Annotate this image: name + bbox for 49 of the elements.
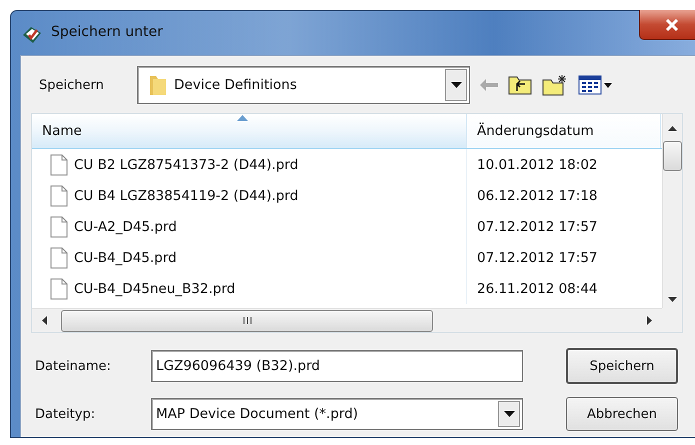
scroll-thumb[interactable] bbox=[663, 141, 682, 171]
file-name-cell[interactable]: CU-A2_D45.prd bbox=[32, 211, 467, 242]
file-type-value: MAP Device Document (*.prd) bbox=[155, 406, 360, 422]
column-header[interactable]: Änderungsdatum bbox=[467, 114, 661, 148]
scroll-down-icon[interactable] bbox=[668, 297, 677, 302]
file-icon bbox=[50, 216, 68, 238]
file-name-cell[interactable]: CU B4 LGZ83854119-2 (D44).prd bbox=[32, 180, 467, 211]
folder-icon bbox=[148, 73, 168, 97]
caret-icon bbox=[450, 82, 462, 88]
scroll-up-icon[interactable] bbox=[668, 126, 677, 131]
close-icon bbox=[665, 18, 679, 30]
save-button[interactable]: Speichern bbox=[566, 348, 678, 384]
sort-arrow-icon bbox=[237, 115, 248, 121]
view-menu-icon[interactable] bbox=[578, 75, 614, 95]
grip-icon bbox=[242, 317, 252, 324]
date-cell-text: 07.12.2012 17:57 bbox=[476, 218, 598, 234]
scroll-left-icon[interactable] bbox=[42, 316, 47, 325]
window-title: Speichern unter bbox=[51, 24, 163, 40]
date-cell-text: 06.12.2012 17:18 bbox=[476, 188, 598, 204]
caret-icon bbox=[504, 411, 514, 417]
location-label: Speichern bbox=[38, 78, 105, 92]
date-cell-text: 10.01.2012 18:02 bbox=[476, 156, 598, 172]
scroll-right-icon[interactable] bbox=[647, 316, 652, 325]
file-name-field[interactable]: LGZ96096439 (B32).prd bbox=[151, 350, 523, 382]
file-icon bbox=[50, 154, 68, 176]
dropdown-button[interactable] bbox=[498, 401, 520, 427]
horizontal-scrollbar[interactable] bbox=[32, 308, 662, 332]
vertical-scrollbar[interactable] bbox=[662, 114, 682, 308]
file-name-label: Dateiname: bbox=[34, 358, 112, 374]
location-dropdown[interactable]: Device Definitions bbox=[137, 66, 470, 104]
file-name-cell[interactable]: CU-B4_D45neu_B32.prd bbox=[32, 273, 467, 304]
folder-up-icon[interactable] bbox=[508, 75, 532, 95]
dropdown-button[interactable] bbox=[445, 69, 467, 101]
file-type-label: Dateityp: bbox=[34, 406, 96, 422]
close-button[interactable] bbox=[639, 10, 695, 40]
date-cell-text: 07.12.2012 17:57 bbox=[476, 250, 598, 266]
file-name-cell[interactable]: CU-B4_D45.prd bbox=[32, 242, 467, 273]
file-type-dropdown[interactable]: MAP Device Document (*.prd) bbox=[151, 398, 523, 430]
cancel-button[interactable]: Abbrechen bbox=[566, 397, 678, 431]
file-icon bbox=[50, 246, 68, 268]
column-header[interactable]: Name bbox=[32, 114, 467, 148]
location-value: Device Definitions bbox=[173, 77, 298, 93]
file-icon bbox=[50, 278, 68, 300]
app-icon bbox=[21, 25, 43, 45]
date-cell-text: 26.11.2012 08:44 bbox=[476, 280, 598, 296]
scroll-thumb[interactable] bbox=[61, 310, 433, 332]
new-folder-icon[interactable] bbox=[542, 74, 568, 96]
file-icon bbox=[50, 184, 68, 206]
file-name-cell[interactable]: CU B2 LGZ87541373-2 (D44).prd bbox=[32, 149, 467, 180]
